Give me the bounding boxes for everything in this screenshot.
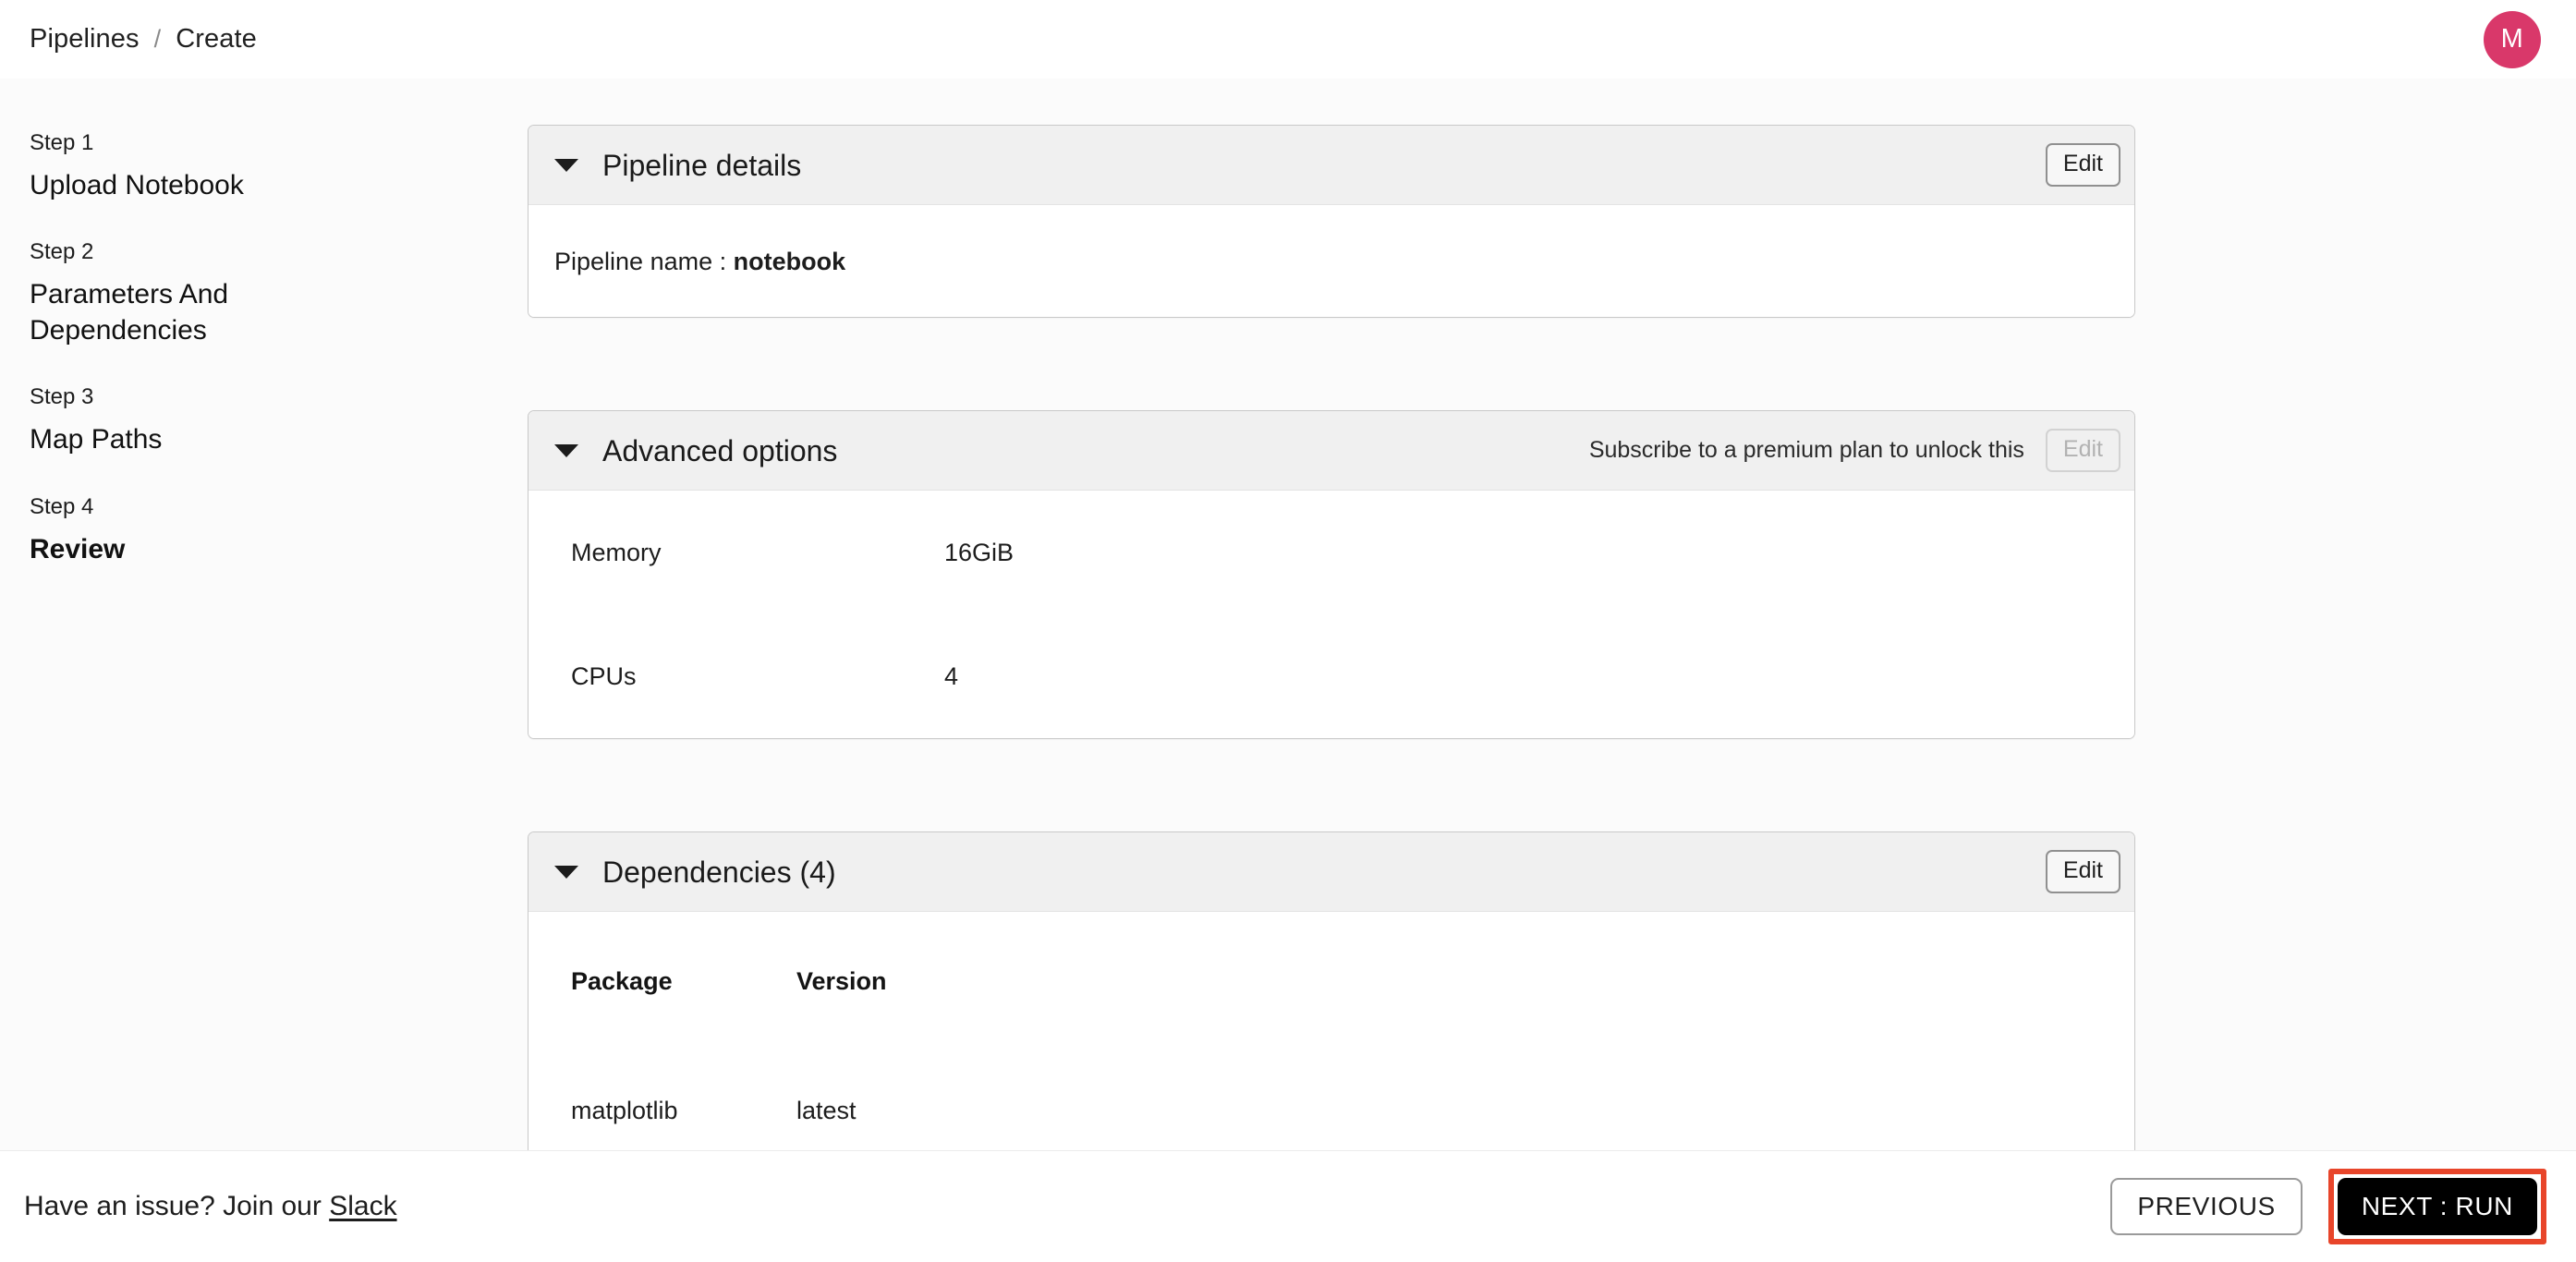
step-1-number: Step 1	[30, 130, 94, 155]
next-run-button[interactable]: NEXT : RUN	[2337, 1178, 2537, 1235]
table-row: Memory 16GiB	[529, 491, 2134, 614]
step-2-label: Parameters And Dependencies	[30, 279, 229, 346]
top-bar: Pipelines / Create M	[0, 0, 2576, 79]
breadcrumb-create[interactable]: Create	[176, 26, 257, 53]
footer-bar: Have an issue? Join our Slack PREVIOUS N…	[0, 1150, 2576, 1262]
cpus-label: CPUs	[571, 661, 637, 690]
pipeline-create-page: Pipelines / Create M Step 1 Upload Noteb…	[0, 0, 2576, 1262]
pipeline-details-body: Pipeline name : notebook	[529, 205, 2134, 317]
table-row: CPUs 4	[529, 614, 2134, 738]
step-3-label: Map Paths	[30, 424, 163, 455]
chevron-down-icon[interactable]	[554, 865, 578, 879]
chevron-down-icon[interactable]	[554, 443, 578, 457]
premium-upsell-note: Subscribe to a premium plan to unlock th…	[1588, 437, 2024, 463]
advanced-options-body: Memory 16GiB CPUs 4	[529, 491, 2134, 738]
advanced-options-header[interactable]: Advanced options Subscribe to a premium …	[529, 411, 2134, 491]
step-2-number: Step 2	[30, 239, 94, 265]
package-version: latest	[796, 1096, 857, 1124]
table-row: matplotlib latest	[529, 1050, 2134, 1150]
cpus-value: 4	[944, 661, 959, 690]
avatar[interactable]: M	[2484, 10, 2541, 68]
step-1[interactable]: Step 1 Upload Notebook	[30, 132, 492, 203]
advanced-options-title: Advanced options	[602, 433, 838, 467]
advanced-options-card: Advanced options Subscribe to a premium …	[528, 410, 2135, 739]
dependencies-table: Package Version matplotlib latest	[529, 912, 2134, 1150]
footer-actions: PREVIOUS NEXT : RUN	[2110, 1169, 2546, 1244]
chevron-down-icon[interactable]	[554, 158, 578, 172]
slack-link[interactable]: Slack	[329, 1191, 396, 1221]
advanced-options-edit-button: Edit	[2045, 429, 2120, 472]
memory-label: Memory	[571, 538, 662, 566]
pipeline-name-row: Pipeline name : notebook	[529, 205, 2134, 317]
table-header-row: Package Version	[529, 912, 2134, 1050]
pipeline-details-card: Pipeline details Edit Pipeline name : no…	[528, 125, 2135, 318]
step-4-number: Step 4	[30, 493, 94, 519]
column-header-package: Package	[571, 966, 673, 995]
step-4[interactable]: Step 4 Review	[30, 493, 492, 567]
previous-button[interactable]: PREVIOUS	[2110, 1178, 2303, 1235]
dependencies-header[interactable]: Dependencies (4) Edit	[529, 832, 2134, 912]
step-3[interactable]: Step 3 Map Paths	[30, 386, 492, 457]
dependencies-card: Dependencies (4) Edit Package Version ma…	[528, 831, 2135, 1150]
stepper: Step 1 Upload Notebook Step 2 Parameters…	[30, 132, 492, 605]
page-body: Step 1 Upload Notebook Step 2 Parameters…	[0, 79, 2576, 1150]
dependencies-body: Package Version matplotlib latest	[529, 912, 2134, 1150]
step-1-label: Upload Notebook	[30, 170, 244, 200]
memory-value: 16GiB	[944, 538, 1015, 566]
dependencies-edit-button[interactable]: Edit	[2045, 850, 2120, 893]
column-header-version: Version	[796, 966, 887, 995]
pipeline-details-header[interactable]: Pipeline details Edit	[529, 126, 2134, 205]
footer-help-prefix: Have an issue? Join our	[24, 1191, 322, 1221]
pipeline-details-title: Pipeline details	[602, 148, 802, 182]
package-name: matplotlib	[571, 1096, 678, 1124]
footer-help-text: Have an issue? Join our Slack	[24, 1193, 397, 1220]
breadcrumb-separator: /	[153, 25, 162, 53]
breadcrumb: Pipelines / Create	[30, 26, 257, 53]
pipeline-name-label: Pipeline name :	[554, 248, 727, 275]
step-3-number: Step 3	[30, 384, 94, 410]
step-2[interactable]: Step 2 Parameters And Dependencies	[30, 241, 492, 348]
step-4-label: Review	[30, 533, 126, 564]
breadcrumb-pipelines[interactable]: Pipelines	[30, 26, 140, 53]
pipeline-details-edit-button[interactable]: Edit	[2045, 143, 2120, 187]
advanced-options-table: Memory 16GiB CPUs 4	[529, 491, 2134, 738]
review-cards: Pipeline details Edit Pipeline name : no…	[528, 125, 2135, 1150]
pipeline-name-value: notebook	[733, 248, 846, 275]
next-run-highlight: NEXT : RUN	[2327, 1169, 2546, 1244]
dependencies-title: Dependencies (4)	[602, 855, 836, 889]
